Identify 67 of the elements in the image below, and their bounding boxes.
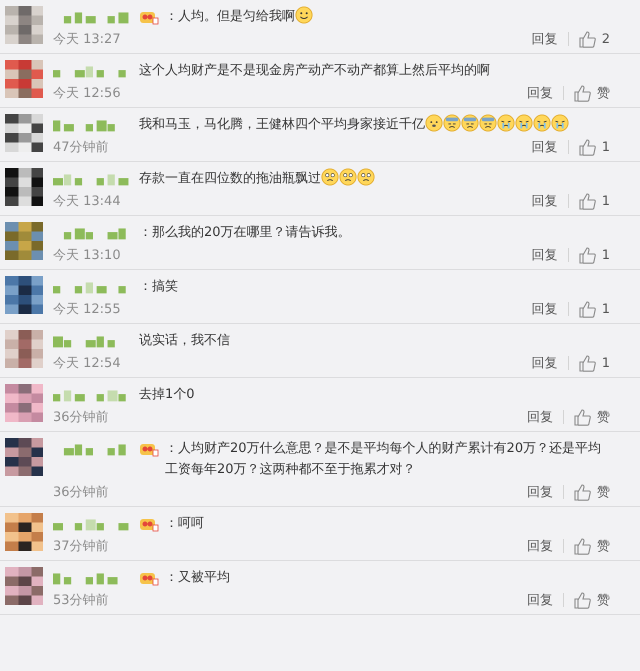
like-button[interactable]: 赞 bbox=[574, 591, 610, 609]
comment-text: 我和马玉，马化腾，王健林四个平均身家接近千亿 bbox=[139, 114, 610, 135]
like-button[interactable]: 1 bbox=[578, 246, 610, 264]
comment-text: 这个人均财产是不是现金房产动产不动产都算上然后平均的啊 bbox=[139, 62, 491, 80]
doge-emoji-icon bbox=[425, 114, 443, 132]
comment-text: ：那么我的20万在哪里？请告诉我。 bbox=[139, 224, 352, 242]
sweat-emoji-icon bbox=[461, 114, 479, 132]
reply-link[interactable]: 回复 bbox=[527, 408, 553, 426]
sweat-emoji-icon bbox=[479, 114, 497, 132]
like-icon bbox=[574, 84, 591, 102]
like-button[interactable]: 赞 bbox=[574, 408, 610, 426]
comment-text: 存款一直在四位数的拖油瓶飘过 bbox=[139, 168, 610, 189]
comment-time: 今天 12:56 bbox=[53, 85, 121, 102]
like-button[interactable]: 1 bbox=[578, 138, 610, 156]
comment-text: ：搞笑 bbox=[139, 278, 179, 296]
like-button[interactable]: 2 bbox=[578, 30, 610, 48]
cry-emoji-icon bbox=[497, 114, 515, 132]
like-button[interactable]: 赞 bbox=[574, 84, 610, 102]
like-button[interactable]: 1 bbox=[578, 354, 610, 372]
comment-time: 今天 13:27 bbox=[53, 31, 121, 48]
smile-emoji-icon bbox=[295, 6, 313, 24]
comment-time: 36分钟前 bbox=[53, 484, 109, 501]
comment-text: 去掉1个0 bbox=[139, 386, 196, 404]
reply-link[interactable]: 回复 bbox=[532, 246, 558, 264]
cry-emoji-icon bbox=[533, 114, 551, 132]
reply-link[interactable]: 回复 bbox=[532, 354, 558, 372]
like-button[interactable]: 1 bbox=[578, 300, 610, 318]
reply-link[interactable]: 回复 bbox=[532, 138, 558, 156]
like-button[interactable]: 1 bbox=[578, 192, 610, 210]
reply-link[interactable]: 回复 bbox=[532, 192, 558, 210]
comment-time: 37分钟前 bbox=[53, 538, 109, 555]
comment-time: 53分钟前 bbox=[53, 592, 109, 609]
sad-emoji-icon bbox=[339, 168, 357, 186]
reply-link[interactable]: 回复 bbox=[532, 300, 558, 318]
comment-time: 今天 13:44 bbox=[53, 193, 121, 210]
reply-link[interactable]: 回复 bbox=[527, 84, 553, 102]
comment-text: ：人均财产20万什么意思？是不是平均每个人的财产累计有20万？还是平均工资每年20万？这两种都不至于拖累才对？ bbox=[165, 440, 602, 479]
cry-emoji-icon bbox=[551, 114, 569, 132]
sweat-emoji-icon bbox=[443, 114, 461, 132]
like-button[interactable]: 赞 bbox=[574, 483, 610, 501]
sad-emoji-icon bbox=[357, 168, 375, 186]
reply-link[interactable]: 回复 bbox=[527, 537, 553, 555]
comment-text: ：又被平均 bbox=[165, 569, 231, 587]
comment-time: 36分钟前 bbox=[53, 409, 109, 426]
reply-link[interactable]: 回复 bbox=[527, 483, 553, 501]
like-icon bbox=[578, 246, 596, 264]
comment-time: 今天 12:54 bbox=[53, 355, 121, 372]
like-button[interactable]: 赞 bbox=[574, 537, 610, 555]
like-icon bbox=[578, 354, 596, 372]
comment-time: 今天 13:10 bbox=[53, 247, 121, 264]
sad-emoji-icon bbox=[321, 168, 339, 186]
like-icon bbox=[574, 484, 591, 500]
like-icon bbox=[578, 138, 596, 156]
like-icon bbox=[578, 300, 596, 318]
like-icon bbox=[574, 538, 591, 554]
cry-emoji-icon bbox=[515, 114, 533, 132]
reply-link[interactable]: 回复 bbox=[532, 30, 558, 48]
reply-link[interactable]: 回复 bbox=[527, 591, 553, 609]
like-icon bbox=[574, 592, 591, 608]
like-icon bbox=[574, 408, 591, 426]
comment-time: 今天 12:55 bbox=[53, 301, 121, 318]
comment-text: ：呵呵 bbox=[165, 515, 205, 533]
comment-time: 47分钟前 bbox=[53, 139, 109, 156]
comment-text: ：人均。但是匀给我啊 bbox=[165, 6, 610, 27]
comment-text: 说实话，我不信 bbox=[139, 332, 231, 350]
like-icon bbox=[578, 30, 596, 48]
like-icon bbox=[578, 192, 596, 210]
